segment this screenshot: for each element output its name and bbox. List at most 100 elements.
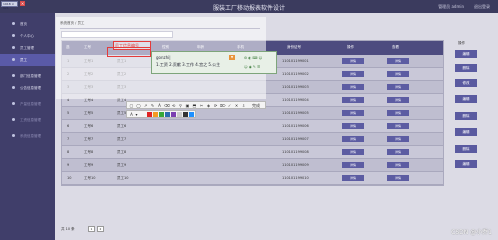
color-swatch-blue[interactable]: [165, 112, 170, 117]
detail-button[interactable]: 详情: [342, 123, 364, 129]
view-button[interactable]: 详情: [387, 97, 409, 103]
delete-icon[interactable]: ⌦: [220, 103, 226, 108]
delete-button[interactable]: 删除: [455, 64, 477, 72]
pin-icon[interactable]: ⚲: [178, 103, 183, 108]
close-icon[interactable]: ×: [20, 1, 25, 6]
users-icon: [12, 46, 15, 49]
eraser-icon[interactable]: ⌫: [164, 103, 170, 108]
edit-button[interactable]: 编辑: [455, 128, 477, 136]
check-icon[interactable]: ✓: [227, 103, 232, 108]
sidebar-item-output[interactable]: 产量信息管理: [0, 98, 55, 110]
color-swatch-gray[interactable]: [177, 112, 182, 117]
highlight-icon[interactable]: ⬒: [192, 103, 197, 108]
sidebar-item-system[interactable]: 系统信息管理: [0, 130, 55, 142]
detail-button[interactable]: 详情: [342, 149, 364, 155]
page-button[interactable]: 1: [88, 226, 95, 232]
chevron-down-icon[interactable]: ▾: [134, 112, 139, 117]
sidebar-item-dept[interactable]: 部门信息管理: [0, 70, 55, 82]
detail-button[interactable]: 详情: [342, 58, 364, 64]
shape-icon[interactable]: ◈: [206, 103, 211, 108]
money-icon: [12, 118, 15, 121]
view-button[interactable]: 详情: [387, 71, 409, 77]
detail-button[interactable]: 详情: [342, 136, 364, 142]
color-swatch-green[interactable]: [159, 112, 164, 117]
gear-icon: [12, 134, 15, 137]
view-button[interactable]: 详情: [387, 58, 409, 64]
sidebar-item-employee-mgmt[interactable]: 员工管理: [0, 42, 55, 54]
table-row[interactable]: 8 工号8 员工8 110101199008 详情 详情: [62, 146, 443, 159]
undo-icon[interactable]: ⟲: [171, 103, 176, 108]
detail-button[interactable]: 详情: [342, 175, 364, 181]
view-button[interactable]: 详情: [387, 136, 409, 142]
ellipse-tool-icon[interactable]: ◯: [136, 103, 141, 108]
delete-button[interactable]: 删除: [455, 145, 477, 153]
page-button[interactable]: 2: [97, 226, 104, 232]
text-tool-icon[interactable]: A: [157, 103, 162, 108]
sidebar-item-notice[interactable]: 公告信息管理: [0, 82, 55, 94]
search-input[interactable]: [61, 31, 173, 38]
detail-button[interactable]: 详情: [342, 71, 364, 77]
detail-button[interactable]: 详情: [342, 162, 364, 168]
color-swatch-black[interactable]: [183, 112, 188, 117]
detail-button[interactable]: 详情: [342, 110, 364, 116]
ime-candidate-popup: gonzhi| ▼ ⚙ ◐ ⌨ ☺ 1.工资 2.贡献 3.工作 4.宫之 5.…: [151, 51, 277, 74]
breadcrumb-home[interactable]: 系统首页: [60, 21, 74, 25]
sidebar-item-home[interactable]: 首页: [0, 18, 55, 30]
col-idcard: 身份证号: [287, 45, 301, 49]
color-swatch-orange[interactable]: [153, 112, 158, 117]
screenshot-size-chip: 1918 × 921: [1, 1, 18, 10]
table-row[interactable]: 6 工号6 员工6 110101199006 详情 详情: [62, 120, 443, 133]
mosaic-icon[interactable]: ▣: [185, 103, 190, 108]
view-button[interactable]: 详情: [387, 162, 409, 168]
color-swatch-purple[interactable]: [171, 112, 176, 117]
ime-tool-icons-bottom[interactable]: ☺ ◉ ✎ ☰: [244, 65, 260, 69]
col-action: 操作: [347, 45, 354, 49]
view-button[interactable]: 详情: [387, 123, 409, 129]
sidebar-item-employee[interactable]: 员工: [0, 54, 55, 66]
ime-pinyin: gonzhi|: [156, 55, 171, 60]
table-row[interactable]: 10 工号10 员工10 110101199010 详情 详情: [62, 172, 443, 185]
arrow-tool-icon[interactable]: ↗: [143, 103, 148, 108]
breadcrumb: 系统首页 / 员工: [60, 21, 85, 25]
sidebar-item-profile[interactable]: 个人中心: [0, 30, 55, 42]
chart-icon: [12, 102, 15, 105]
delete-button[interactable]: 删除: [455, 112, 477, 120]
annotation-toolbar: ▢ ◯ ↗ ✎ A ⌫ ⟲ ⚲ ▣ ⬒ ✂ ◈ ⟳ ⌦ ✓ ✕ ⇩ 完成: [126, 101, 266, 109]
bell-icon: [12, 86, 15, 89]
color-swatch-sky[interactable]: [189, 112, 194, 117]
download-icon[interactable]: ⇩: [241, 103, 246, 108]
edit-button[interactable]: 编辑: [455, 160, 477, 168]
edit-button[interactable]: 编辑: [455, 50, 477, 58]
divider: [60, 28, 260, 29]
rectangle-tool-icon[interactable]: ▢: [129, 103, 134, 108]
close-icon[interactable]: ✕: [234, 103, 239, 108]
pen-tool-icon[interactable]: ✎: [150, 103, 155, 108]
view-button[interactable]: 详情: [387, 84, 409, 90]
sidebar: 首页 个人中心 员工管理 员工 部门信息管理 公告信息管理 产量信息管理 工资信…: [0, 13, 55, 240]
pager-total: 共 10 条: [61, 227, 75, 231]
ime-candidates[interactable]: 1.工资 2.贡献 3.工作 4.宫之 5.公主: [156, 62, 220, 68]
table-row[interactable]: 9 工号9 员工9 110101199009 详情 详情: [62, 159, 443, 172]
sidebar-item-salary[interactable]: 工资信息管理: [0, 114, 55, 126]
done-button[interactable]: 完成: [249, 103, 263, 108]
building-icon: [12, 74, 15, 77]
modify-button[interactable]: 修改: [455, 79, 477, 87]
view-button[interactable]: 详情: [387, 110, 409, 116]
table-row[interactable]: 7 工号7 员工7 110101199007 详情 详情: [62, 133, 443, 146]
logout-link[interactable]: 退出登录: [474, 4, 490, 10]
app-title: 服装工厂移动报表软件设计: [212, 5, 285, 12]
user-icon: [12, 34, 15, 37]
view-button[interactable]: 详情: [387, 175, 409, 181]
color-swatch-red[interactable]: [147, 112, 152, 117]
edit-button[interactable]: 编辑: [455, 95, 477, 103]
ime-tool-icons[interactable]: ⚙ ◐ ⌨ ☺: [244, 56, 262, 60]
redo-icon[interactable]: ⟳: [213, 103, 218, 108]
chevron-down-icon[interactable]: ▼: [229, 55, 235, 60]
cut-icon[interactable]: ✂: [199, 103, 204, 108]
top-bar: 服装工厂移动报表软件设计 管理员 admin 退出登录 1918 × 921 ×: [0, 0, 498, 13]
col-view: 查看: [392, 45, 399, 49]
detail-button[interactable]: 详情: [342, 84, 364, 90]
view-button[interactable]: 详情: [387, 149, 409, 155]
home-icon: [12, 22, 15, 25]
detail-button[interactable]: 详情: [342, 97, 364, 103]
